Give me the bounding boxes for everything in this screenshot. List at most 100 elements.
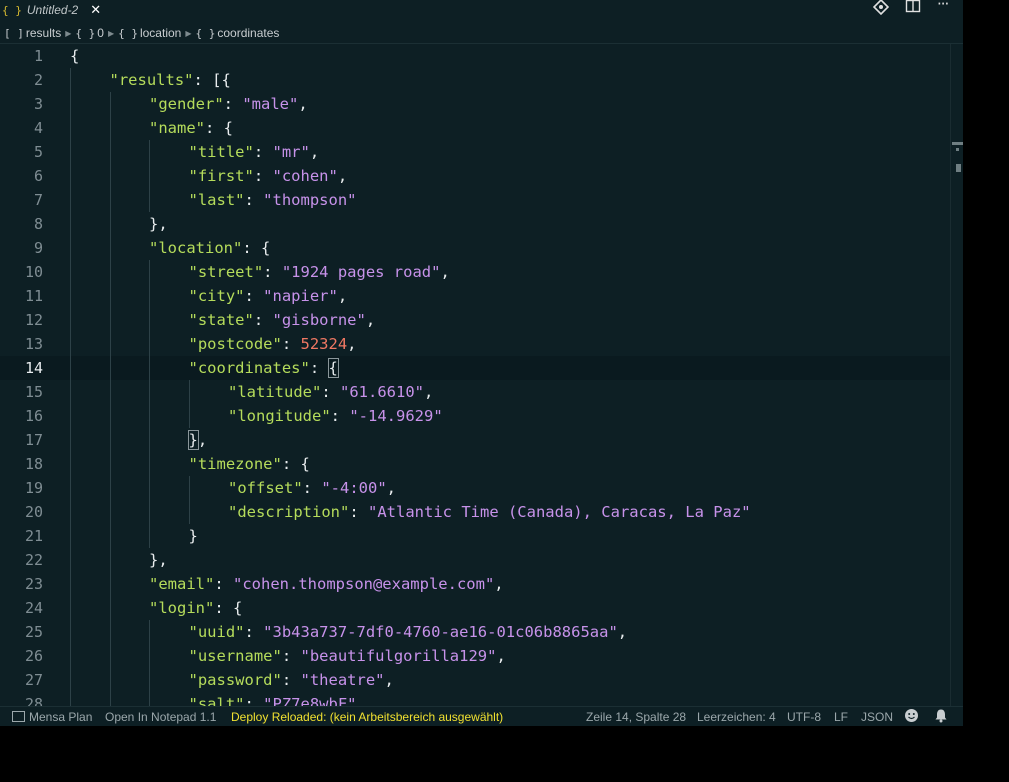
- code-line[interactable]: 3 "gender": "male",: [0, 92, 963, 116]
- code-line[interactable]: 16 "longitude": "-14.9629": [0, 404, 963, 428]
- split-editor-icon[interactable]: [905, 0, 921, 13]
- code-text: "latitude": "61.6610",: [228, 380, 433, 404]
- close-icon[interactable]: ✕: [90, 3, 101, 18]
- code-line[interactable]: 28 "salt": "PZ7e8wbF": [0, 692, 963, 706]
- mensa-plan-item[interactable]: Mensa Plan: [12, 710, 92, 724]
- indent-guide: [70, 668, 71, 692]
- language-mode[interactable]: JSON: [861, 710, 893, 724]
- json-punctuation: }: [188, 527, 198, 545]
- code-editor[interactable]: 1{2 "results": [{3 "gender": "male", 4 "name…: [0, 44, 963, 706]
- deploy-reloaded-status[interactable]: Deploy Reloaded: (kein Arbeitsbereich au…: [231, 710, 503, 724]
- line-number: 10: [24, 263, 43, 281]
- line-number: 1: [33, 47, 43, 65]
- code-text: "email": "cohen.thompson@example.com",: [149, 572, 504, 596]
- code-line[interactable]: 10 "street": "1924 pages road",: [0, 260, 963, 284]
- more-actions-icon[interactable]: ···: [937, 0, 949, 13]
- code-line[interactable]: 23 "email": "cohen.thompson@example.com",: [0, 572, 963, 596]
- vertical-scrollbar[interactable]: [950, 44, 963, 706]
- indent-guide: [149, 332, 150, 356]
- json-punctuation: :: [223, 95, 243, 113]
- json-string: "male": [242, 95, 299, 113]
- indent-guide: [188, 476, 190, 500]
- code-text: "gender": "male",: [149, 92, 308, 116]
- line-number: 20: [24, 503, 43, 521]
- indent-guide: [109, 188, 111, 212]
- indent-guide: [70, 284, 71, 308]
- breadcrumb-item[interactable]: { } 0: [75, 26, 104, 40]
- code-line[interactable]: 1{: [0, 44, 963, 68]
- line-number: 2: [33, 71, 43, 89]
- code-line[interactable]: 21}: [0, 524, 963, 548]
- cursor-position[interactable]: Zeile 14, Spalte 28: [586, 710, 686, 724]
- indent-guide: [109, 476, 111, 500]
- json-punctuation: ,: [617, 623, 628, 641]
- line-number: 14: [24, 359, 43, 377]
- json-key: "city": [188, 287, 245, 305]
- code-line[interactable]: 6 "first": "cohen",: [0, 164, 963, 188]
- matched-bracket: }: [187, 430, 199, 450]
- line-number: 3: [33, 95, 43, 113]
- indent-guide: [70, 524, 71, 548]
- code-line[interactable]: 5 "title": "mr",: [0, 140, 963, 164]
- code-line[interactable]: 2 "results": [{: [0, 68, 963, 92]
- indent-guide: [70, 356, 71, 380]
- indent-guide: [109, 596, 111, 620]
- code-line[interactable]: 18 "timezone": {: [0, 452, 963, 476]
- code-text: {: [70, 44, 79, 68]
- chevron-right-icon: ▶: [185, 28, 192, 38]
- code-text: }: [189, 524, 198, 548]
- tab-title[interactable]: Untitled-2: [27, 3, 78, 17]
- code-line[interactable]: 13 "postcode": 52324,: [0, 332, 963, 356]
- code-line[interactable]: 15 "latitude": "61.6610",: [0, 380, 963, 404]
- indent-guide: [149, 404, 150, 428]
- code-line[interactable]: 26 "username": "beautifulgorilla129",: [0, 644, 963, 668]
- code-line[interactable]: 24 "login": {: [0, 596, 963, 620]
- status-bar: Mensa Plan Open In Notepad 1.1 Deploy Re…: [0, 706, 963, 726]
- json-punctuation: :: [309, 359, 329, 377]
- breadcrumb-item[interactable]: [ ] results: [4, 26, 61, 40]
- code-line[interactable]: 7 "last": "thompson": [0, 188, 963, 212]
- code-text: },: [187, 428, 207, 452]
- code-line[interactable]: 12 "state": "gisborne",: [0, 308, 963, 332]
- code-text: "username": "beautifulgorilla129",: [189, 644, 506, 668]
- code-line[interactable]: 11 "city": "napier",: [0, 284, 963, 308]
- code-line[interactable]: 8},: [0, 212, 963, 236]
- feedback-smiley-icon[interactable]: [904, 708, 919, 726]
- indent-guide: [109, 380, 111, 404]
- code-line[interactable]: 27 "password": "theatre",: [0, 668, 963, 692]
- breadcrumb-item[interactable]: { } location: [118, 26, 181, 40]
- code-line[interactable]: 4 "name": {: [0, 116, 963, 140]
- indent-guide: [70, 188, 71, 212]
- calendar-icon: [12, 711, 25, 722]
- json-key: "results": [109, 71, 194, 89]
- code-line[interactable]: 22},: [0, 548, 963, 572]
- json-punctuation: :: [330, 407, 350, 425]
- line-number: 21: [24, 527, 43, 545]
- indentation-setting[interactable]: Leerzeichen: 4: [697, 710, 776, 724]
- indent-guide: [70, 164, 71, 188]
- code-line[interactable]: 17},: [0, 428, 963, 452]
- indent-guide: [109, 644, 111, 668]
- code-line[interactable]: 9 "location": {: [0, 236, 963, 260]
- json-string: "-4:00": [321, 479, 387, 497]
- json-punctuation: ,: [298, 95, 308, 113]
- code-line[interactable]: 19 "offset": "-4:00",: [0, 476, 963, 500]
- breadcrumb-item[interactable]: { } coordinates: [196, 26, 280, 40]
- indent-guide: [149, 476, 150, 500]
- line-number: 15: [24, 383, 43, 401]
- code-text: "location": {: [149, 236, 270, 260]
- code-text: "password": "theatre",: [189, 668, 394, 692]
- code-line[interactable]: 25 "uuid": "3b43a737-7df0-4760-ae16-01c06…: [0, 620, 963, 644]
- json-punctuation: :: [281, 335, 301, 353]
- code-line[interactable]: 14 "coordinates": {: [0, 356, 963, 380]
- indent-guide: [109, 452, 111, 476]
- json-punctuation: :: [214, 575, 233, 593]
- open-changes-icon[interactable]: [872, 0, 890, 16]
- code-line[interactable]: 20 "description": "Atlantic Time (Canada)…: [0, 500, 963, 524]
- open-in-notepad-item[interactable]: Open In Notepad 1.1: [105, 710, 216, 724]
- indent-guide: [109, 284, 111, 308]
- eol-setting[interactable]: LF: [834, 710, 848, 724]
- encoding-setting[interactable]: UTF-8: [787, 710, 821, 724]
- notifications-bell-icon[interactable]: [934, 708, 948, 726]
- tab-untitled-2[interactable]: { } Untitled-2 ✕: [0, 0, 109, 20]
